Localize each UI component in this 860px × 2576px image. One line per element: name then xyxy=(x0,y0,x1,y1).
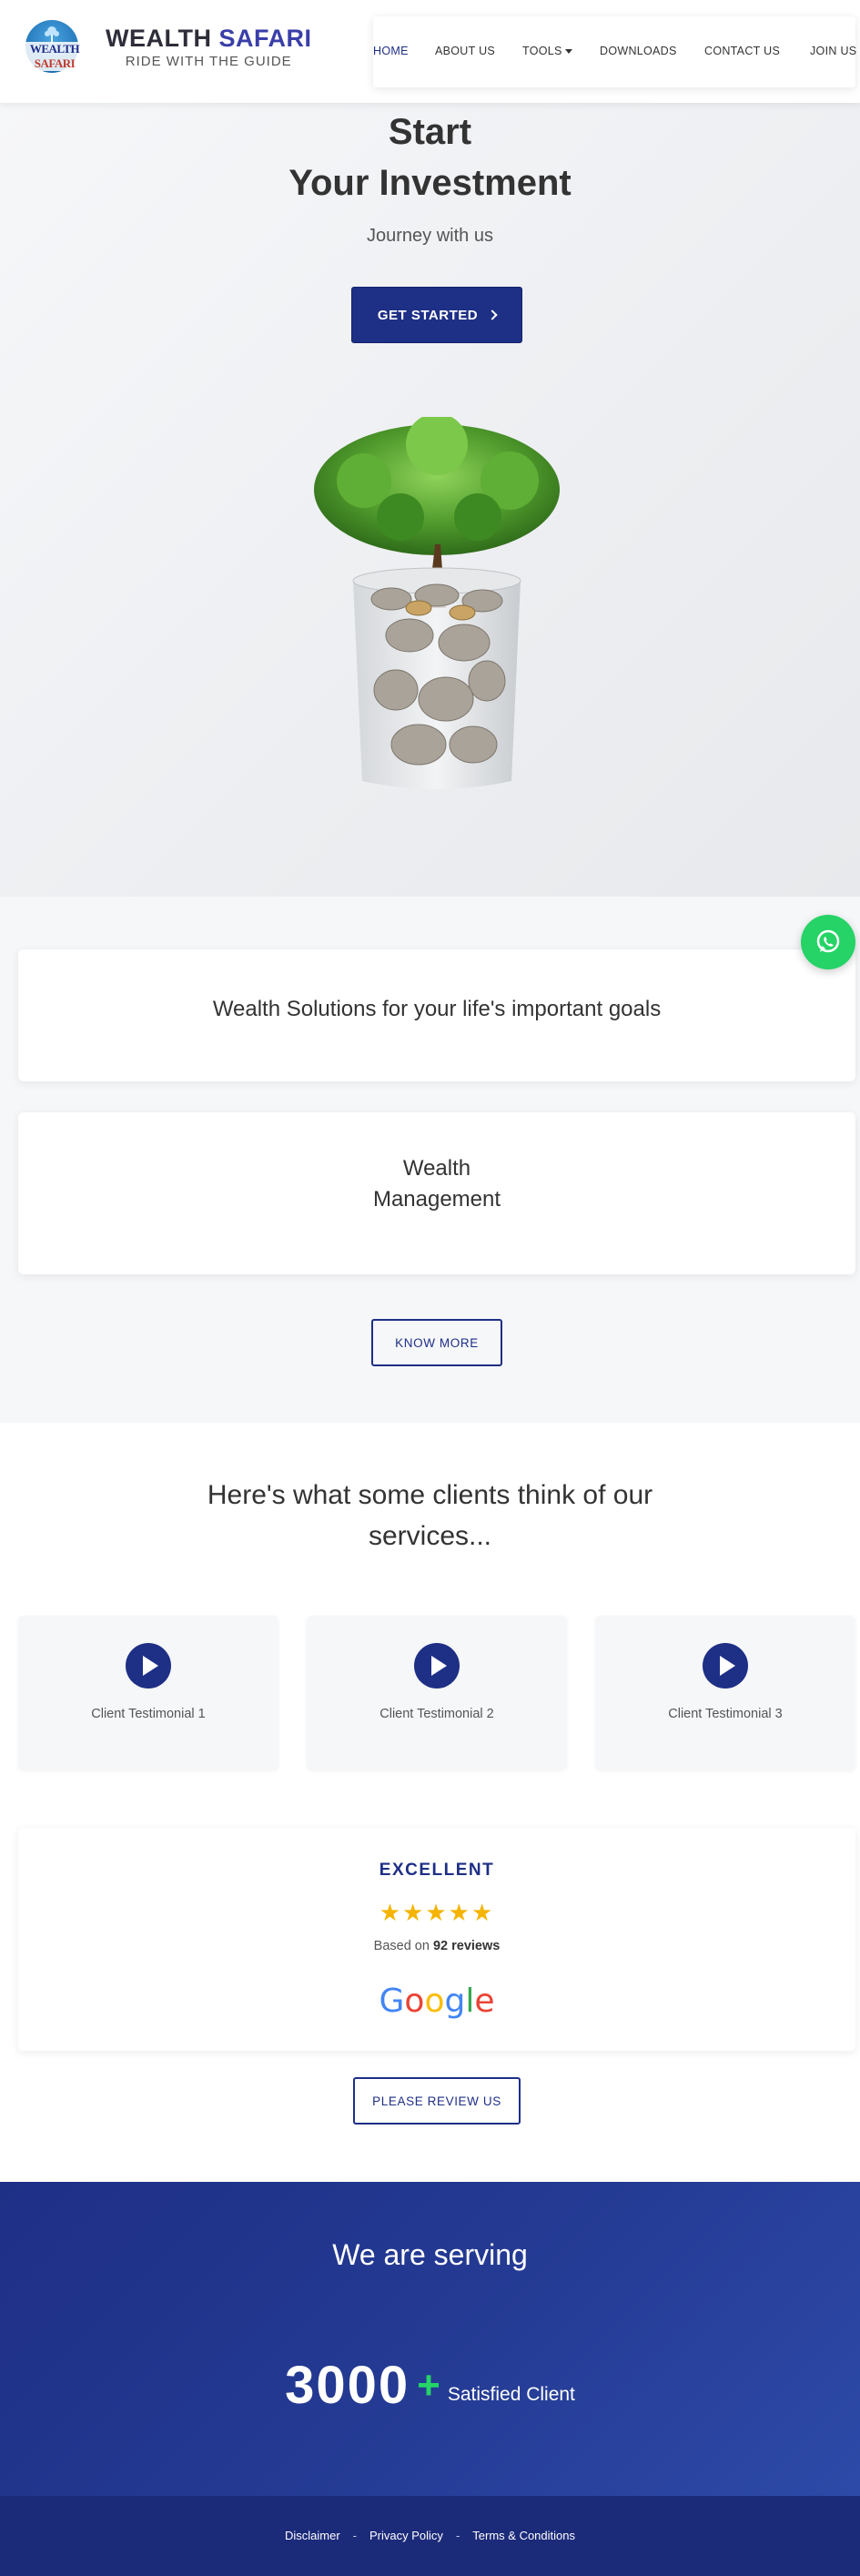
solutions-card-text: Wealth Solutions for your life's importa… xyxy=(212,997,662,1021)
hero-title-line2: Your Investment xyxy=(288,163,572,203)
nav-tools[interactable]: TOOLS xyxy=(522,45,572,57)
whatsapp-button[interactable] xyxy=(801,915,855,969)
review-count-text: Based on 92 reviews xyxy=(373,1939,501,1953)
testimonials-title-line1: Here's what some clients think of our xyxy=(207,1480,653,1510)
solutions-section: Wealth Solutions for your life's importa… xyxy=(0,897,860,1423)
footer-link-disclaimer[interactable]: Disclaimer xyxy=(285,2529,340,2542)
nav-downloads[interactable]: DOWNLOADS xyxy=(600,45,677,57)
site-header: WEALTH SAFARI WEALTH SAFARI RIDE WITH TH… xyxy=(0,0,860,103)
footer-link-terms[interactable]: Terms & Conditions xyxy=(472,2529,575,2542)
star-rating: ★★★★★ xyxy=(18,1899,855,1927)
brand-name: WEALTH SAFARI xyxy=(106,24,312,52)
solutions-card: Wealth Solutions for your life's importa… xyxy=(18,949,855,1081)
get-started-label: GET STARTED xyxy=(377,307,479,323)
nav-join-us[interactable]: JOIN US xyxy=(810,45,856,57)
brand-tagline: RIDE WITH THE GUIDE xyxy=(125,53,292,69)
footer-separator: - xyxy=(455,2529,460,2542)
play-icon[interactable] xyxy=(703,1643,748,1689)
play-icon[interactable] xyxy=(414,1643,460,1689)
nav-home[interactable]: HOME xyxy=(373,45,409,57)
client-count-label: Satisfied Client xyxy=(447,2383,575,2405)
testimonials-title-line2: services... xyxy=(368,1521,492,1551)
testimonial-label: Client Testimonial 3 xyxy=(668,1707,783,1721)
hero-section: Start Your Investment Journey with us GE… xyxy=(0,103,860,897)
serving-section: We are serving 3000 + Satisfied Client xyxy=(0,2182,860,2496)
star-icon: ★ xyxy=(425,1899,449,1926)
logo-emblem: WEALTH SAFARI xyxy=(16,18,93,75)
testimonial-card[interactable]: Client Testimonial 1 xyxy=(18,1616,278,1770)
play-icon[interactable] xyxy=(126,1643,171,1689)
get-started-button[interactable]: GET STARTED xyxy=(351,287,522,343)
testimonials-title: Here's what some clients think of our se… xyxy=(0,1475,860,1557)
whatsapp-icon xyxy=(816,929,840,953)
star-icon: ★ xyxy=(448,1899,471,1926)
site-footer: Disclaimer - Privacy Policy - Terms & Condit… xyxy=(0,2496,860,2576)
testimonial-label: Client Testimonial 1 xyxy=(91,1707,206,1721)
money-tree-jar-image xyxy=(314,417,560,789)
rating-text: EXCELLENT xyxy=(379,1861,495,1880)
testimonial-card[interactable]: Client Testimonial 3 xyxy=(595,1616,855,1770)
review-count: 92 reviews xyxy=(432,1939,501,1953)
nav-contact-us[interactable]: CONTACT US xyxy=(704,45,780,57)
google-logo: Google xyxy=(379,1983,495,2020)
footer-link-privacy-policy[interactable]: Privacy Policy xyxy=(369,2529,443,2542)
testimonial-card[interactable]: Client Testimonial 2 xyxy=(307,1616,567,1770)
google-review-widget: EXCELLENT ★★★★★ Based on 92 reviews Goog… xyxy=(18,1828,855,2051)
wealth-management-line2: Management xyxy=(372,1187,501,1212)
wealth-management-card[interactable]: Wealth Management xyxy=(18,1112,855,1274)
star-icon: ★ xyxy=(379,1899,403,1926)
brand-text: WEALTH SAFARI RIDE WITH THE GUIDE xyxy=(106,25,312,69)
hero-title-line1: Start xyxy=(388,112,472,152)
caret-down-icon xyxy=(564,49,572,55)
serving-title: We are serving xyxy=(332,2238,528,2271)
hero-subtitle: Journey with us xyxy=(367,226,493,246)
know-more-button[interactable]: KNOW MORE xyxy=(371,1319,502,1366)
nav-about-us[interactable]: ABOUT US xyxy=(435,45,495,57)
logo[interactable]: WEALTH SAFARI WEALTH SAFARI RIDE WITH TH… xyxy=(16,18,312,75)
client-counter: 3000 + Satisfied Client xyxy=(0,2355,860,2416)
footer-separator: - xyxy=(352,2529,358,2542)
footer-links: Disclaimer - Privacy Policy - Terms & Condit… xyxy=(0,2529,860,2542)
testimonial-label: Client Testimonial 2 xyxy=(379,1707,494,1721)
main-nav: HOME ABOUT US TOOLS DOWNLOADS CONTACT US… xyxy=(373,16,856,87)
please-review-us-button[interactable]: PLEASE REVIEW US xyxy=(353,2077,521,2125)
nav-tools-label: TOOLS xyxy=(522,45,562,57)
client-count: 3000 xyxy=(285,2356,410,2415)
logo-wordmark: WEALTH SAFARI xyxy=(16,42,93,71)
wealth-management-line1: Wealth xyxy=(402,1156,471,1181)
plus-icon: + xyxy=(417,2362,440,2408)
star-icon: ★ xyxy=(470,1899,495,1926)
star-icon: ★ xyxy=(402,1899,426,1926)
chevron-right-icon xyxy=(487,309,498,320)
